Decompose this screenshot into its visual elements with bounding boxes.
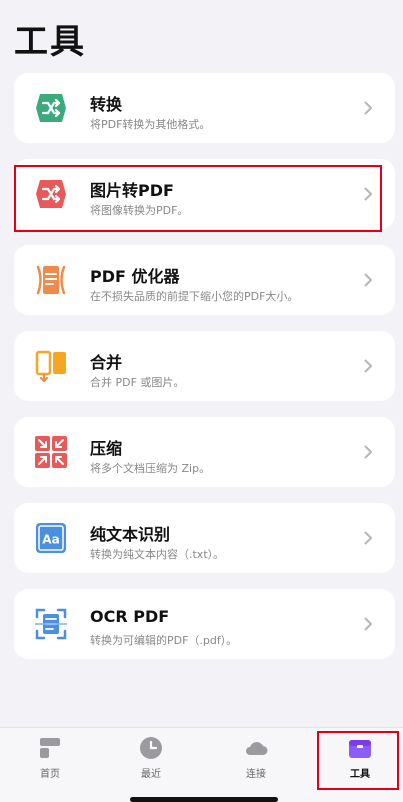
home-icon xyxy=(40,738,60,758)
image-to-pdf-icon xyxy=(36,180,66,208)
page-title: 工具 xyxy=(14,22,86,62)
tool-title: 转换 xyxy=(90,95,123,114)
chevron-right-icon xyxy=(364,617,373,631)
tool-description: 转换为纯文本内容（.txt）。 xyxy=(90,548,225,561)
tool-description: 将图像转换为PDF。 xyxy=(90,204,189,217)
tool-title: OCR PDF xyxy=(90,607,170,626)
home-indicator xyxy=(130,797,278,802)
tool-description: 转换为可编辑的PDF（.pdf）。 xyxy=(90,634,238,647)
tab-recent[interactable]: 最近 xyxy=(101,728,201,788)
chevron-right-icon xyxy=(364,359,373,373)
tab-tools[interactable]: 工具 xyxy=(310,728,403,788)
chevron-right-icon xyxy=(364,101,373,115)
tool-title: 图片转PDF xyxy=(90,181,174,200)
tool-title: 纯文本识别 xyxy=(90,525,171,544)
tool-card-convert[interactable]: 转换 将PDF转换为其他格式。 xyxy=(14,73,395,143)
tool-description: 合并 PDF 或图片。 xyxy=(90,376,185,389)
tool-title: 合并 xyxy=(90,353,123,372)
tab-label: 工具 xyxy=(350,769,370,780)
chevron-right-icon xyxy=(364,531,373,545)
tool-title: 压缩 xyxy=(90,439,123,458)
cloud-icon xyxy=(246,742,268,755)
convert-icon xyxy=(36,94,66,122)
tab-home[interactable]: 首页 xyxy=(0,728,100,788)
bottom-tab-bar: 首页 最近 连接 工具 xyxy=(0,727,403,802)
clock-icon xyxy=(140,737,162,759)
text-recognition-icon: Aa xyxy=(36,523,66,553)
tab-label: 最近 xyxy=(141,769,161,780)
toolbox-icon xyxy=(349,740,371,758)
tool-card-pdf-optimizer[interactable]: PDF 优化器 在不损失品质的前提下缩小您的PDF大小。 xyxy=(14,245,395,315)
tool-description: 将PDF转换为其他格式。 xyxy=(90,118,211,131)
tool-description: 将多个文档压缩为 Zip。 xyxy=(90,462,211,475)
optimizer-icon xyxy=(36,265,66,295)
tool-card-compress[interactable]: 压缩 将多个文档压缩为 Zip。 xyxy=(14,417,395,487)
compress-icon xyxy=(35,436,67,468)
merge-icon xyxy=(35,350,66,383)
tool-card-merge[interactable]: 合并 合并 PDF 或图片。 xyxy=(14,331,395,401)
chevron-right-icon xyxy=(364,445,373,459)
svg-text:Aa: Aa xyxy=(42,533,59,547)
chevron-right-icon xyxy=(364,273,373,287)
tool-card-image-to-pdf[interactable]: 图片转PDF 将图像转换为PDF。 xyxy=(14,159,395,229)
tab-label: 首页 xyxy=(40,769,60,780)
tool-card-text-recognition[interactable]: Aa 纯文本识别 转换为纯文本内容（.txt）。 xyxy=(14,503,395,573)
chevron-right-icon xyxy=(364,187,373,201)
ocr-icon xyxy=(35,608,67,640)
tool-title: PDF 优化器 xyxy=(90,267,180,286)
tool-card-ocr-pdf[interactable]: OCR PDF 转换为可编辑的PDF（.pdf）。 xyxy=(14,589,395,659)
tool-description: 在不损失品质的前提下缩小您的PDF大小。 xyxy=(90,290,299,303)
tab-connect[interactable]: 连接 xyxy=(206,728,306,788)
tab-label: 连接 xyxy=(246,769,266,780)
